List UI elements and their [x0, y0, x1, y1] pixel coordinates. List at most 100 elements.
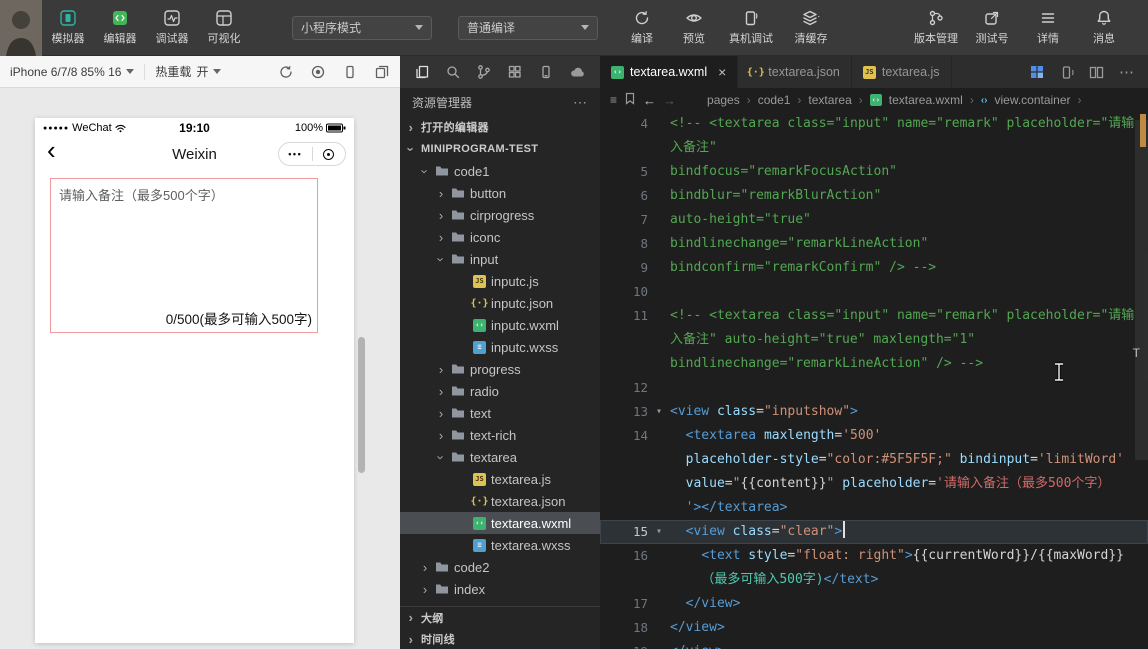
- code-line-14[interactable]: 14 <textarea maxlength='500': [600, 424, 1148, 448]
- code-editor[interactable]: 4 <!-- <textarea class="input" name="rema…: [600, 112, 1148, 649]
- chevron-collapsed-icon[interactable]: ›: [436, 186, 446, 201]
- remark-textarea[interactable]: 请输入备注（最多500个字） 0/500(最多可输入500字): [50, 178, 318, 333]
- git-branch-icon[interactable]: [476, 64, 492, 80]
- simulator-scrollbar[interactable]: [358, 337, 365, 473]
- visualization-button[interactable]: 可视化: [198, 0, 250, 56]
- chevron-collapsed-icon[interactable]: ›: [436, 384, 446, 399]
- mode-dropdown[interactable]: 小程序模式: [292, 15, 432, 40]
- nav-back-arrow[interactable]: ←: [643, 93, 656, 108]
- chevron-collapsed-icon[interactable]: ›: [420, 582, 430, 597]
- tree-item-inputc.wxss[interactable]: ≡ inputc.wxss: [400, 336, 600, 358]
- code-line-19[interactable]: 19 </view>: [600, 640, 1148, 649]
- tab-textarea-json[interactable]: {·} textarea.json: [738, 56, 852, 88]
- explorer-section-MINIPROGRAM-TEST[interactable]: › MINIPROGRAM-TEST: [400, 138, 600, 160]
- tree-item-inputc.wxml[interactable]: ‹› inputc.wxml: [400, 314, 600, 336]
- code-line-16[interactable]: 16 <text style="float: right">{{currentW…: [600, 544, 1148, 568]
- chevron-collapsed-icon[interactable]: ›: [406, 632, 416, 647]
- explorer-section-时间线[interactable]: › 时间线: [400, 628, 600, 649]
- editor-button[interactable]: 编辑器: [94, 0, 146, 56]
- tree-item-iconc[interactable]: › iconc: [400, 226, 600, 248]
- code-line-wrap[interactable]: bindlinechange="remarkLineAction" /> -->: [600, 352, 1148, 376]
- tree-item-text-rich[interactable]: › text-rich: [400, 424, 600, 446]
- close-tab-icon[interactable]: ×: [718, 64, 726, 80]
- code-line-17[interactable]: 17 </view>: [600, 592, 1148, 616]
- chevron-collapsed-icon[interactable]: ›: [436, 230, 446, 245]
- code-line-wrap[interactable]: placeholder-style="color:#5F5F5F;" bindi…: [600, 448, 1148, 472]
- files-icon[interactable]: [414, 64, 430, 80]
- tree-item-code2[interactable]: › code2: [400, 556, 600, 578]
- fold-marker-icon[interactable]: ▾: [648, 520, 670, 544]
- explorer-section-大纲[interactable]: › 大纲: [400, 606, 600, 628]
- search-icon[interactable]: [445, 64, 461, 80]
- rotate-device-icon[interactable]: [342, 64, 358, 80]
- code-line-8[interactable]: 8 bindlinechange="remarkLineAction": [600, 232, 1148, 256]
- code-line-4[interactable]: 4 <!-- <textarea class="input" name="rema…: [600, 112, 1148, 136]
- split-editor-icon[interactable]: [1089, 65, 1104, 80]
- code-line-wrap[interactable]: 入备注": [600, 136, 1148, 160]
- tree-item-textarea[interactable]: › textarea: [400, 446, 600, 468]
- nav-forward-arrow[interactable]: →: [663, 93, 676, 108]
- code-line-6[interactable]: 6 bindblur="remarkBlurAction": [600, 184, 1148, 208]
- real-device-debug-button[interactable]: 真机调试: [720, 0, 782, 56]
- chevron-collapsed-icon[interactable]: ›: [406, 120, 416, 135]
- chevron-collapsed-icon[interactable]: ›: [436, 428, 446, 443]
- close-miniprogram-icon[interactable]: [313, 148, 346, 160]
- tree-item-input[interactable]: › input: [400, 248, 600, 270]
- tree-item-textarea.js[interactable]: JS textarea.js: [400, 468, 600, 490]
- user-avatar[interactable]: [0, 0, 42, 56]
- tree-item-index[interactable]: › index: [400, 578, 600, 600]
- code-line-5[interactable]: 5 bindfocus="remarkFocusAction": [600, 160, 1148, 184]
- breadcrumb-pages[interactable]: pages: [707, 93, 740, 107]
- code-line-10[interactable]: 10: [600, 280, 1148, 304]
- code-line-wrap[interactable]: 入备注" auto-height="true" maxlength="1": [600, 328, 1148, 352]
- tree-item-text[interactable]: › text: [400, 402, 600, 424]
- clear-cache-button[interactable]: 清缓存: [782, 0, 840, 56]
- tab-textarea-wxml[interactable]: ‹› textarea.wxml ×: [600, 56, 739, 88]
- code-line-wrap[interactable]: value="{{content}}" placeholder='请输入备注（最…: [600, 472, 1148, 496]
- bookmark-icon[interactable]: [624, 92, 636, 108]
- tree-item-textarea.wxml[interactable]: ‹› textarea.wxml: [400, 512, 600, 534]
- more-actions-icon[interactable]: ⋯: [1119, 63, 1135, 81]
- code-line-18[interactable]: 18 </view>: [600, 616, 1148, 640]
- version-management-button[interactable]: 版本管理: [908, 0, 964, 56]
- tree-item-textarea.json[interactable]: {·} textarea.json: [400, 490, 600, 512]
- back-chevron-icon[interactable]: ‹: [47, 134, 56, 166]
- cloud-icon[interactable]: [569, 64, 586, 80]
- code-line-11[interactable]: 11 <!-- <textarea class="input" name="rem…: [600, 304, 1148, 328]
- chevron-expanded-icon[interactable]: ›: [434, 452, 449, 462]
- code-line-15[interactable]: 15 ▾ <view class="clear">: [600, 520, 1148, 544]
- chevron-expanded-icon[interactable]: ›: [404, 144, 419, 154]
- remote-device-icon[interactable]: [538, 64, 554, 80]
- chevron-collapsed-icon[interactable]: ›: [436, 362, 446, 377]
- tree-item-inputc.js[interactable]: JS inputc.js: [400, 270, 600, 292]
- breadcrumb-file[interactable]: textarea.wxml: [889, 93, 963, 107]
- breadcrumb-textarea[interactable]: textarea: [808, 93, 851, 107]
- device-sync-icon[interactable]: [1059, 65, 1074, 80]
- chevron-collapsed-icon[interactable]: ›: [436, 406, 446, 421]
- test-account-button[interactable]: 测试号: [964, 0, 1020, 56]
- tree-item-code1[interactable]: › code1: [400, 160, 600, 182]
- code-line-13[interactable]: 13 ▾ <view class="inputshow">: [600, 400, 1148, 424]
- simulator-button[interactable]: 模拟器: [42, 0, 94, 56]
- details-button[interactable]: 详情: [1020, 0, 1076, 56]
- breadcrumb-code1[interactable]: code1: [758, 93, 791, 107]
- extensions-icon[interactable]: [507, 64, 523, 80]
- tree-item-progress[interactable]: › progress: [400, 358, 600, 380]
- outline-list-icon[interactable]: ≡: [610, 93, 617, 107]
- tree-item-inputc.json[interactable]: {·} inputc.json: [400, 292, 600, 314]
- chevron-collapsed-icon[interactable]: ›: [436, 208, 446, 223]
- tab-textarea-js[interactable]: JS textarea.js: [852, 56, 952, 88]
- device-selector[interactable]: iPhone 6/7/8 85% 16: [10, 65, 135, 79]
- tree-item-cirprogress[interactable]: › cirprogress: [400, 204, 600, 226]
- tree-item-button[interactable]: › button: [400, 182, 600, 204]
- layout-grid-icon[interactable]: [1030, 65, 1044, 79]
- more-menu-icon[interactable]: •••: [279, 149, 312, 159]
- preview-button[interactable]: 预览: [668, 0, 720, 56]
- code-line-wrap[interactable]: （最多可输入500字)</text>: [600, 568, 1148, 592]
- messages-button[interactable]: 消息: [1076, 0, 1132, 56]
- explorer-section-打开的编辑器[interactable]: › 打开的编辑器: [400, 116, 600, 138]
- refresh-icon[interactable]: [278, 64, 294, 80]
- code-line-12[interactable]: 12: [600, 376, 1148, 400]
- record-icon[interactable]: [310, 64, 326, 80]
- breadcrumb-symbol[interactable]: view.container: [994, 93, 1070, 107]
